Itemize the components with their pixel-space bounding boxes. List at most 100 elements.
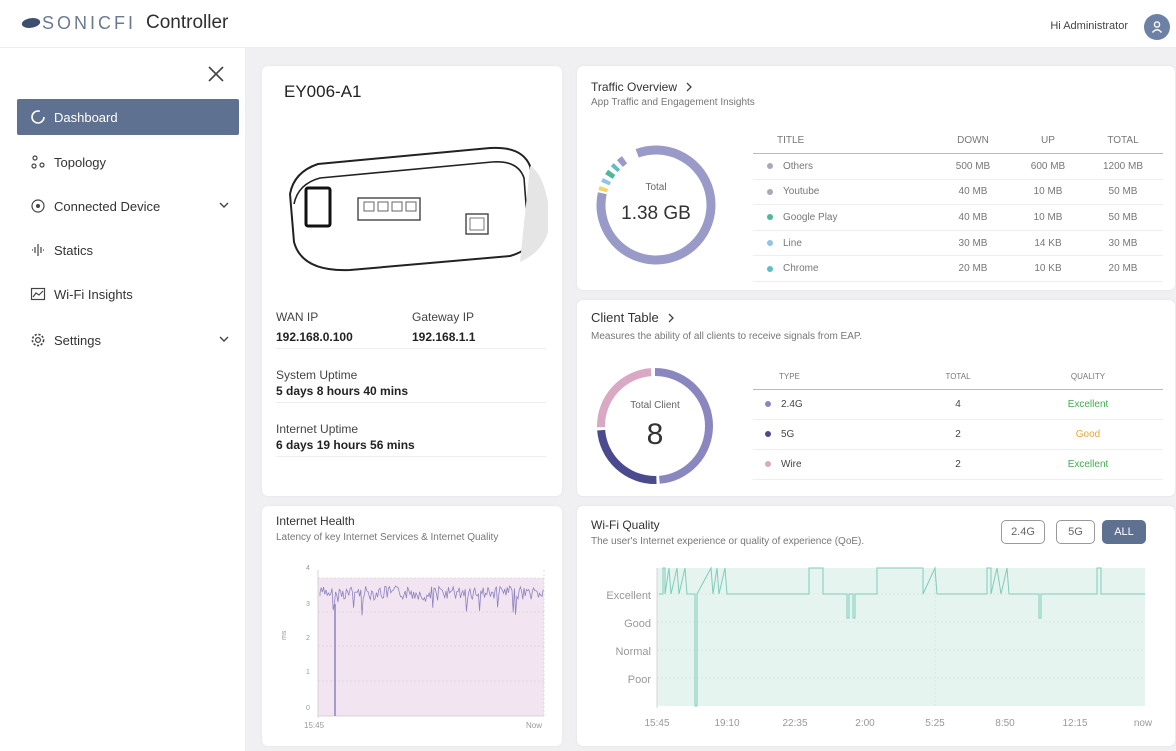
up-value: 10 MB [1013,179,1083,206]
traffic-overview-subtitle: App Traffic and Engagement Insights [591,97,755,108]
x-tick-label: 22:35 [782,718,807,729]
dashboard-icon [29,108,47,126]
divider [276,402,546,403]
table-row[interactable]: Line 30 MB 14 KB 30 MB [753,230,1163,257]
traffic-overview-card: Traffic Overview App Traffic and Engagem… [577,66,1175,290]
x-tick-label: 8:50 [995,718,1015,729]
app-title: Controller [146,12,229,33]
legend-dot [765,461,771,468]
y-tick-label: Good [624,618,651,630]
y-tick-label: 2 [306,635,310,642]
total-value: 30 MB [1083,230,1163,257]
column-header: TOTAL [1083,128,1163,155]
close-icon[interactable] [205,63,227,85]
traffic-overview-link[interactable]: Traffic Overview [591,80,693,94]
connected-device-icon [29,197,47,215]
gateway-ip-value: 192.168.1.1 [412,330,476,344]
wan-ip-label: WAN IP [276,310,319,324]
client-count: 2 [903,419,1013,451]
x-tick-label: 2:00 [855,718,875,729]
table-row[interactable]: Chrome 20 MB 10 KB 20 MB [753,255,1163,283]
client-count: 2 [903,449,1013,481]
sidebar-item-label: Topology [54,154,107,170]
x-tick-label: 19:10 [714,718,739,729]
y-axis-label: ms [281,630,288,640]
wifi-quality-subtitle: The user's Internet experience or qualit… [591,536,865,547]
client-quality: Excellent [1013,449,1163,481]
x-tick-label: 5:25 [925,718,945,729]
client-table-link[interactable]: Client Table [591,310,675,325]
client-quality: Good [1013,419,1163,451]
down-value: 40 MB [933,179,1013,206]
total-value: 50 MB [1083,179,1163,206]
client-quality: Excellent [1013,389,1163,421]
filter-5g-button[interactable]: 5G [1056,520,1095,544]
traffic-total-value: 1.38 GB [621,203,691,224]
legend-dot [767,163,773,170]
legend-dot [767,214,773,221]
sidebar-item-statics[interactable]: Statics [17,232,239,268]
table-row[interactable]: Wire 2 Excellent [753,449,1163,481]
total-value: 20 MB [1083,255,1163,283]
app-logo[interactable]: SONICFI Controller [20,12,229,34]
y-tick-label: Normal [616,646,651,658]
chevron-down-icon [219,336,229,342]
wifi-quality-chart[interactable]: Excellent Good Normal Poor 15:45 19:10 2… [577,562,1175,742]
internet-health-subtitle: Latency of key Internet Services & Inter… [276,532,499,543]
top-bar: SONICFI Controller Hi Administrator [0,0,1176,48]
internet-uptime-value: 6 days 19 hours 56 mins [276,438,415,452]
client-count: 4 [903,389,1013,421]
x-tick-label: 12:15 [1062,718,1087,729]
brand-name: SONICFI [42,12,137,33]
app-name: Chrome [783,263,819,275]
client-total-value: 8 [646,418,664,451]
client-type: Wire [781,459,802,471]
filter-2-4g-button[interactable]: 2.4G [1001,520,1045,544]
column-header: QUALITY [1013,364,1163,391]
internet-health-chart[interactable]: 4 3 2 1 0 ms 15:45 Now [262,556,562,736]
sidebar-item-dashboard[interactable]: Dashboard [17,99,239,135]
up-value: 10 MB [1013,204,1083,231]
total-value: 1200 MB [1083,153,1163,180]
system-uptime-label: System Uptime [276,368,358,382]
sidebar-item-settings[interactable]: Settings [17,322,239,358]
client-type: 5G [781,429,795,441]
x-tick-label: Now [526,721,542,730]
traffic-overview-title: Traffic Overview [591,80,678,94]
internet-uptime-label: Internet Uptime [276,422,359,436]
table-row[interactable]: Google Play 40 MB 10 MB 50 MB [753,204,1163,231]
chevron-right-icon [668,313,674,322]
wan-ip-value: 192.168.0.100 [276,330,353,344]
table-row[interactable]: Others 500 MB 600 MB 1200 MB [753,153,1163,180]
client-total-label: Total Client [630,400,680,411]
filter-all-button[interactable]: ALL [1102,520,1146,544]
sidebar-item-wifi-insights[interactable]: Wi-Fi Insights [17,276,239,312]
sidebar-item-topology[interactable]: Topology [17,144,239,180]
sidebar-item-label: Connected Device [54,198,161,214]
table-row[interactable]: 5G 2 Good [753,419,1163,451]
legend-dot [765,401,771,408]
user-avatar[interactable] [1144,14,1170,40]
client-type: 2.4G [781,399,803,411]
sidebar-item-label: Settings [54,332,101,348]
logo-mark-icon [20,18,42,28]
sidebar-item-connected-device[interactable]: Connected Device [17,188,239,224]
divider [276,348,546,349]
column-header: DOWN [933,128,1013,155]
down-value: 40 MB [933,204,1013,231]
app-name: Google Play [783,212,838,224]
table-row[interactable]: 2.4G 4 Excellent [753,389,1163,421]
device-card: EY006-A1 WAN IP 192.168.0.100 Gateway IP… [262,66,562,496]
up-value: 10 KB [1013,255,1083,283]
app-name: Others [783,160,814,172]
main-content: EY006-A1 WAN IP 192.168.0.100 Gateway IP… [246,48,1176,751]
statics-icon [29,241,47,259]
client-table-title: Client Table [591,310,659,325]
table-row[interactable]: Youtube 40 MB 10 MB 50 MB [753,179,1163,206]
sidebar: Dashboard Topology Connected Device Stat… [0,48,246,751]
down-value: 30 MB [933,230,1013,257]
internet-health-title: Internet Health [276,514,355,528]
x-tick-label: 15:45 [304,721,325,730]
total-value: 50 MB [1083,204,1163,231]
y-tick-label: 1 [306,669,310,676]
